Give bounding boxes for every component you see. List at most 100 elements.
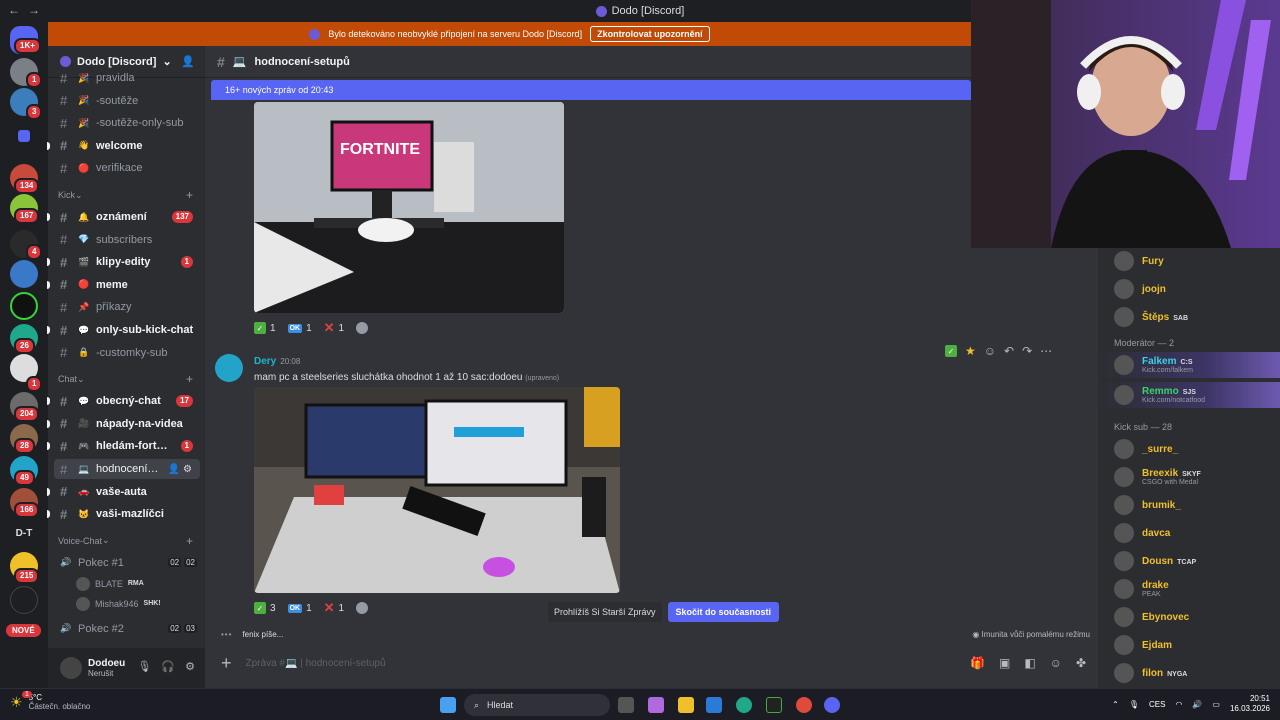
- member-item[interactable]: drake PEAK: [1114, 578, 1169, 600]
- new-badge[interactable]: NOVÉ: [6, 624, 41, 637]
- channel-kick_channels-1[interactable]: # 💎 subscribers: [48, 230, 205, 250]
- discord-taskbar-icon[interactable]: [824, 697, 840, 713]
- channel-kick_channels-6[interactable]: # 🔒 -customky-sub: [48, 343, 205, 363]
- language-indicator[interactable]: CES: [1149, 700, 1165, 709]
- emoji-icon[interactable]: ☺: [1050, 656, 1062, 670]
- reply-icon[interactable]: ↶: [1004, 344, 1014, 358]
- member-item[interactable]: Ebynovec: [1114, 606, 1189, 628]
- channel-chat_channels-4[interactable]: # 🚗 vaše-auta: [47, 482, 205, 502]
- channel-channels-4[interactable]: # 🔴 verifikace: [48, 158, 205, 178]
- channel-channels-1[interactable]: # 🎉 -soutěže: [48, 91, 205, 111]
- battery-icon[interactable]: ▭: [1212, 700, 1220, 709]
- check-warning-button[interactable]: Zkontrolovat upozornění: [590, 26, 710, 42]
- server-icon-7[interactable]: [10, 292, 38, 320]
- member-item[interactable]: Dousn TCAP: [1114, 550, 1196, 572]
- member-item[interactable]: Breexik SKYF CSGO with Medal: [1114, 466, 1201, 488]
- member-item[interactable]: Remmo SJS Kick.com/notcatfood: [1114, 384, 1205, 406]
- emoji-react-icon[interactable]: ☺: [984, 344, 996, 358]
- mic-icon[interactable]: 🎙: [137, 660, 151, 673]
- new-messages-bar[interactable]: 16+ nových zpráv od 20:43: [211, 80, 971, 100]
- headphones-icon[interactable]: 🎧: [161, 660, 175, 673]
- reaction-x[interactable]: ✕ 1: [324, 600, 344, 616]
- server-text-icon[interactable]: D-T: [0, 528, 48, 539]
- server-icon-6[interactable]: [10, 260, 38, 288]
- server-icon-15[interactable]: [10, 586, 38, 614]
- mic-tray-icon[interactable]: 🎙: [1129, 700, 1139, 709]
- add-channel-icon[interactable]: +: [186, 188, 193, 202]
- add-reaction-icon[interactable]: [356, 602, 369, 614]
- add-channel-icon[interactable]: +: [186, 372, 193, 386]
- channel-settings-icon[interactable]: 👤 ⚙: [168, 464, 192, 475]
- reaction-ok[interactable]: OK 1: [287, 323, 312, 334]
- channel-chat_channels-3[interactable]: # 💻 hodnocení… 👤 ⚙: [54, 459, 200, 479]
- channel-channels-0[interactable]: # 🎉 pravidla: [48, 68, 205, 88]
- reaction-ok[interactable]: OK 1: [287, 603, 312, 614]
- star-icon[interactable]: ★: [965, 344, 976, 358]
- member-item[interactable]: Štěps SAB: [1114, 306, 1188, 328]
- reaction-x[interactable]: ✕ 1: [324, 320, 344, 336]
- member-item[interactable]: _surre_: [1114, 438, 1178, 460]
- add-member-icon[interactable]: 👤: [181, 55, 195, 68]
- more-icon[interactable]: ⋯: [1040, 344, 1052, 358]
- gear-icon[interactable]: ⚙: [185, 660, 195, 673]
- taskbar-search[interactable]: ⌕ Hledat: [464, 694, 610, 716]
- weather-widget[interactable]: ☀ 1 5°C Částečn. oblačno: [10, 691, 90, 711]
- volume-icon[interactable]: 🔊: [1192, 700, 1202, 709]
- message-author[interactable]: Dery: [254, 356, 276, 367]
- wifi-icon[interactable]: ◠: [1175, 700, 1182, 709]
- check-icon[interactable]: ✓: [945, 345, 957, 357]
- channel-chat_channels-2[interactable]: # 🎮 hledám-fort… 1: [47, 436, 205, 456]
- edge-icon[interactable]: [736, 697, 752, 713]
- member-item[interactable]: joojn: [1114, 278, 1166, 300]
- setup-image-1[interactable]: FORTNITE: [254, 102, 564, 313]
- setup-image-2[interactable]: [254, 387, 620, 593]
- apps-icon[interactable]: ✤: [1076, 656, 1086, 670]
- message-input[interactable]: Zpráva #💻 | hodnocení-setupů: [246, 658, 386, 669]
- channel-kick_channels-2[interactable]: # 🎬 klipy-edity 1: [47, 252, 205, 272]
- voice-channel-0[interactable]: 🔊 Pokec #1 02 02: [48, 553, 205, 573]
- channel-kick_channels-0[interactable]: # 🔔 oznámení 137: [47, 207, 205, 227]
- chrome-icon[interactable]: [796, 697, 812, 713]
- add-reaction-icon[interactable]: [356, 322, 369, 334]
- voice-user[interactable]: BLATE RMA: [76, 575, 144, 593]
- add-channel-icon[interactable]: +: [186, 534, 193, 548]
- gif-icon[interactable]: ▣: [999, 656, 1010, 670]
- nav-arrows[interactable]: ←→: [8, 3, 48, 17]
- member-item[interactable]: filon NYGA: [1114, 662, 1187, 684]
- gift-icon[interactable]: 🎁: [970, 656, 985, 670]
- chevron-up-icon[interactable]: ⌃: [1112, 700, 1119, 709]
- copilot-icon[interactable]: [648, 697, 664, 713]
- avatar[interactable]: [60, 657, 82, 679]
- jump-to-present-button[interactable]: Skočit do současnosti: [667, 602, 780, 622]
- channel-chat_channels-5[interactable]: # 🐱 vaši-mazlíčci: [47, 504, 205, 524]
- member-item[interactable]: brumik_: [1114, 494, 1181, 516]
- reaction-check[interactable]: ✓ 3: [254, 602, 276, 614]
- outlook-icon[interactable]: [706, 697, 722, 713]
- member-item[interactable]: Fury: [1114, 250, 1164, 272]
- channel-channels-2[interactable]: # 🎉 -soutěže-only-sub: [48, 113, 205, 133]
- member-item[interactable]: Falkem C:S Kick.com/falkem: [1114, 354, 1193, 376]
- channel-chat_channels-0[interactable]: # 💬 obecný-chat 17: [47, 391, 205, 411]
- channel-kick_channels-3[interactable]: # 🔴 meme: [47, 275, 205, 295]
- channel-kick_channels-4[interactable]: # 📌 příkazy: [48, 297, 205, 317]
- category-kick[interactable]: Kick ⌄ +: [48, 187, 205, 203]
- category-chat[interactable]: Chat ⌄ +: [48, 371, 205, 387]
- channel-channels-3[interactable]: # 👋 welcome: [47, 136, 205, 156]
- task-view-icon[interactable]: [618, 697, 634, 713]
- member-item[interactable]: Ejdam: [1114, 634, 1172, 656]
- avatar[interactable]: [215, 354, 243, 382]
- forward-icon[interactable]: ↷: [1022, 344, 1032, 358]
- message-composer[interactable]: + Zpráva #💻 | hodnocení-setupů 🎁 ▣ ◧ ☺ ✤: [211, 648, 1092, 678]
- sticker-icon[interactable]: ◧: [1024, 656, 1035, 670]
- category-voice[interactable]: Voice-Chat ⌄ +: [48, 533, 205, 549]
- terminal-icon[interactable]: [766, 697, 782, 713]
- reaction-check[interactable]: ✓ 1: [254, 322, 276, 334]
- windows-start-icon[interactable]: [440, 697, 456, 713]
- clock[interactable]: 20:51 16.03.2026: [1230, 694, 1270, 714]
- folder-icon[interactable]: [18, 130, 30, 142]
- voice-channel-1[interactable]: 🔊 Pokec #2 02 03: [48, 619, 205, 639]
- channel-kick_channels-5[interactable]: # 💬 only-sub-kick-chat: [47, 320, 205, 340]
- voice-user[interactable]: Mishak946 SHK!: [76, 595, 161, 613]
- plus-icon[interactable]: +: [221, 653, 232, 674]
- channel-chat_channels-1[interactable]: # 🎥 nápady-na-videa: [47, 414, 205, 434]
